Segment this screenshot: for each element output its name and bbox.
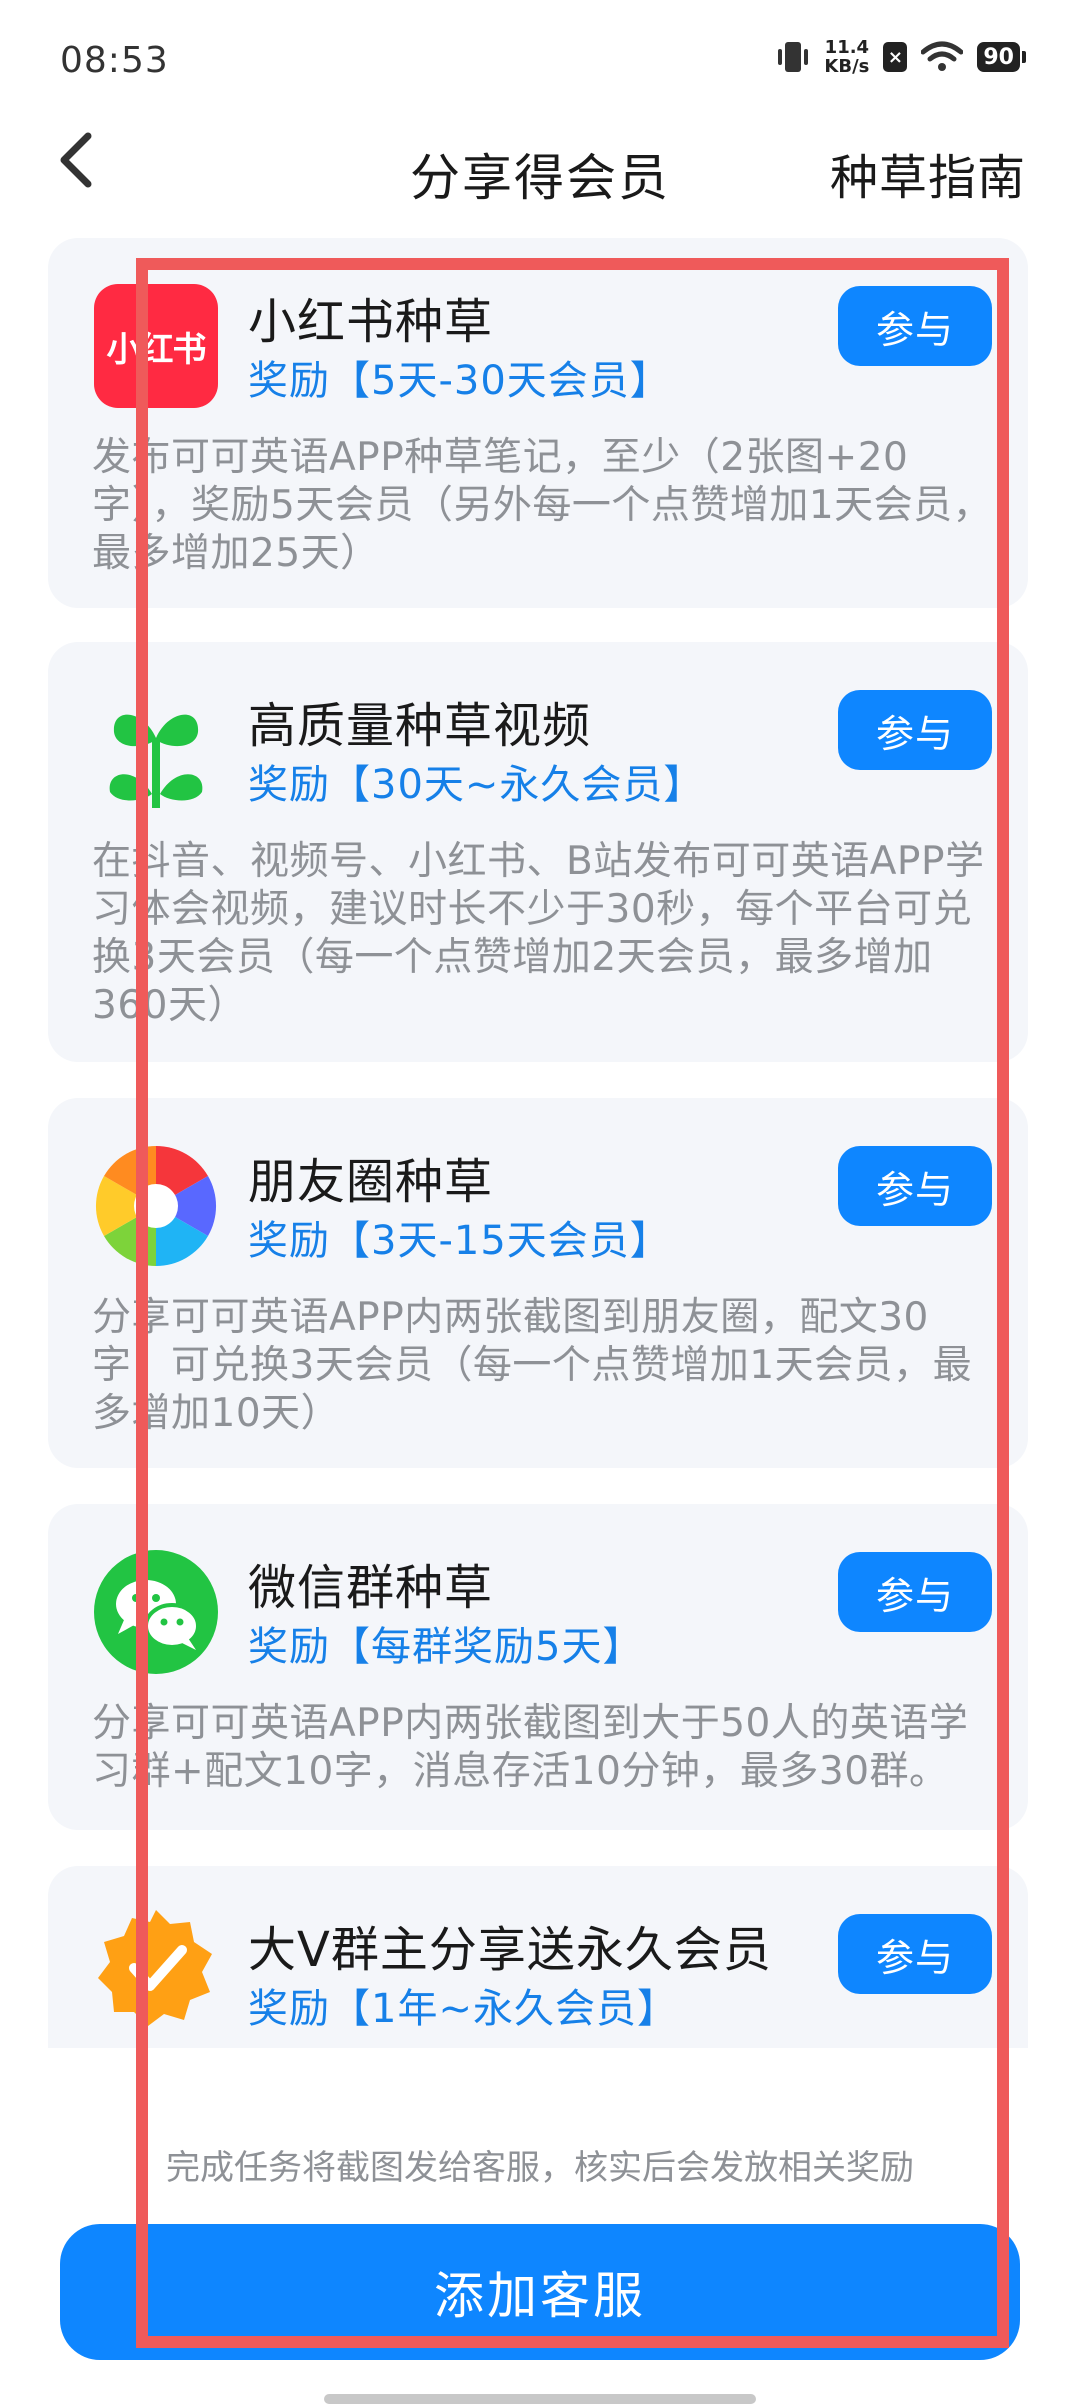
task-name: 高质量种草视频	[248, 698, 592, 754]
wechat-chat-icon	[94, 1550, 218, 1674]
net-speed-value: 11.4	[824, 37, 870, 58]
add-customer-service-button[interactable]: 添加客服	[60, 2224, 1020, 2360]
task-reward: 奖励【30天~永久会员】	[248, 762, 705, 808]
status-time: 08:53	[60, 40, 169, 81]
join-button[interactable]: 参与	[838, 1914, 992, 1994]
status-icons: 11.4 KB/s × 90	[776, 38, 1026, 76]
sim-off-icon: ×	[883, 42, 908, 72]
net-speed-unit: KB/s	[824, 56, 870, 77]
task-card-moments: 朋友圈种草 奖励【3天-15天会员】 参与 分享可可英语APP内两张截图到朋友圈…	[48, 1098, 1028, 1468]
task-description: 分享可可英语APP内两张截图到大于50人的英语学习群+配文10字，消息存活10分…	[92, 1701, 969, 1794]
task-reward: 奖励【1年~永久会员】	[248, 1986, 678, 2032]
task-card-video: 高质量种草视频 奖励【30天~永久会员】 参与 在抖音、视频号、小红书、B站发布…	[48, 642, 1028, 1062]
task-name: 大V群主分享送永久会员	[248, 1922, 772, 1978]
join-button[interactable]: 参与	[838, 286, 992, 366]
home-indicator[interactable]	[324, 2394, 756, 2404]
task-description: 发布可可英语APP种草笔记，至少（2张图+20字），奖励5天会员（另外每一个点赞…	[92, 435, 993, 576]
task-description: 在抖音、视频号、小红书、B站发布可可英语APP学习体会视频，建议时长不少于30秒…	[92, 839, 985, 1028]
task-name: 朋友圈种草	[248, 1154, 494, 1210]
wifi-icon	[921, 41, 964, 71]
verified-badge-icon	[98, 1910, 212, 2026]
task-reward: 奖励【5天-30天会员】	[248, 358, 671, 404]
task-reward: 奖励【3天-15天会员】	[248, 1218, 671, 1264]
join-button[interactable]: 参与	[838, 1146, 992, 1226]
net-speed: 11.4 KB/s	[824, 38, 869, 76]
share-for-membership-page: 08:53 11.4 KB/s × 90 分享得会员 种草指南 小红书 小红书种…	[0, 0, 1080, 2408]
moments-aperture-icon	[95, 1146, 217, 1266]
guide-link[interactable]: 种草指南	[830, 138, 1026, 208]
xiaohongshu-logo-icon: 小红书	[94, 284, 218, 408]
join-button[interactable]: 参与	[838, 1552, 992, 1632]
battery-indicator: 90	[977, 42, 1026, 72]
task-card-wechat-group: 微信群种草 奖励【每群奖励5天】 参与 分享可可英语APP内两张截图到大于50人…	[48, 1504, 1028, 1830]
task-description: 分享可可英语APP内两张截图到朋友圈，配文30字，可兑换3天会员（每一个点赞增加…	[92, 1295, 973, 1436]
task-name: 微信群种草	[248, 1560, 494, 1616]
task-card-xiaohongshu: 小红书 小红书种草 奖励【5天-30天会员】 参与 发布可可英语APP种草笔记，…	[48, 238, 1028, 608]
task-list[interactable]: 小红书 小红书种草 奖励【5天-30天会员】 参与 发布可可英语APP种草笔记，…	[0, 238, 1080, 2048]
task-card-big-v: 大V群主分享送永久会员 奖励【1年~永久会员】 参与	[48, 1866, 1028, 2048]
sprout-icon	[109, 714, 203, 808]
xiaohongshu-logo-text: 小红书	[106, 329, 207, 370]
vibrate-icon	[778, 42, 809, 72]
join-button[interactable]: 参与	[838, 690, 992, 770]
task-reward: 奖励【每群奖励5天】	[248, 1624, 644, 1670]
footer-note: 完成任务将截图发给客服，核实后会发放相关奖励	[166, 2148, 914, 2188]
task-name: 小红书种草	[248, 294, 494, 350]
header: 分享得会员 种草指南	[0, 100, 1080, 220]
